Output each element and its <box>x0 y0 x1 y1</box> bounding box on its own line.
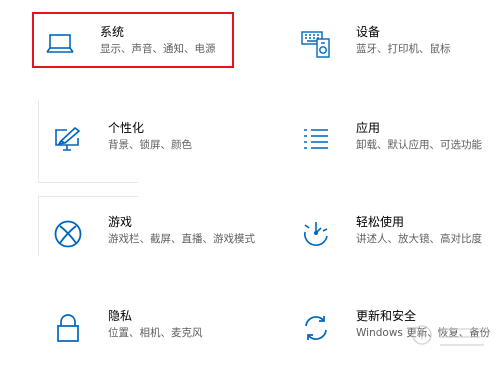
tile-description: 背景、锁屏、颜色 <box>108 139 192 151</box>
paint-monitor-icon <box>48 120 88 160</box>
tile-focus-border <box>38 100 39 182</box>
refresh-icon <box>296 308 336 348</box>
settings-tile-apps[interactable]: 应用 卸载、默认应用、可选功能 <box>296 120 500 180</box>
ease-of-access-icon <box>296 214 336 254</box>
highlight-box <box>32 12 234 68</box>
lock-icon <box>48 308 88 348</box>
tile-description: 讲述人、放大镜、高对比度 <box>356 233 482 245</box>
tile-title: 应用 <box>356 121 381 135</box>
settings-tile-gaming[interactable]: 游戏 游戏栏、截屏、直播、游戏模式 <box>48 214 268 274</box>
settings-tile-devices[interactable]: 设备 蓝牙、打印机、鼠标 <box>296 24 500 84</box>
tile-description: 卸载、默认应用、可选功能 <box>356 139 482 151</box>
tile-focus-border <box>38 196 39 256</box>
tile-focus-border <box>38 182 138 183</box>
tile-focus-border <box>38 196 138 197</box>
tile-description: 位置、相机、麦克风 <box>108 327 203 339</box>
tile-description: 游戏栏、截屏、直播、游戏模式 <box>108 233 255 245</box>
watermark-logo <box>400 315 500 355</box>
keyboard-device-icon <box>296 24 336 64</box>
tile-title: 设备 <box>356 25 381 39</box>
tile-description: 蓝牙、打印机、鼠标 <box>356 43 451 55</box>
settings-tile-personalization[interactable]: 个性化 背景、锁屏、颜色 <box>48 120 268 180</box>
tile-title: 个性化 <box>108 121 145 135</box>
tile-title: 轻松使用 <box>356 215 405 229</box>
tile-title: 隐私 <box>108 309 133 323</box>
settings-tile-privacy[interactable]: 隐私 位置、相机、麦克风 <box>48 308 268 368</box>
settings-tile-ease-of-access[interactable]: 轻松使用 讲述人、放大镜、高对比度 <box>296 214 500 274</box>
xbox-icon <box>48 214 88 254</box>
apps-list-icon <box>296 120 336 160</box>
tile-title: 游戏 <box>108 215 133 229</box>
